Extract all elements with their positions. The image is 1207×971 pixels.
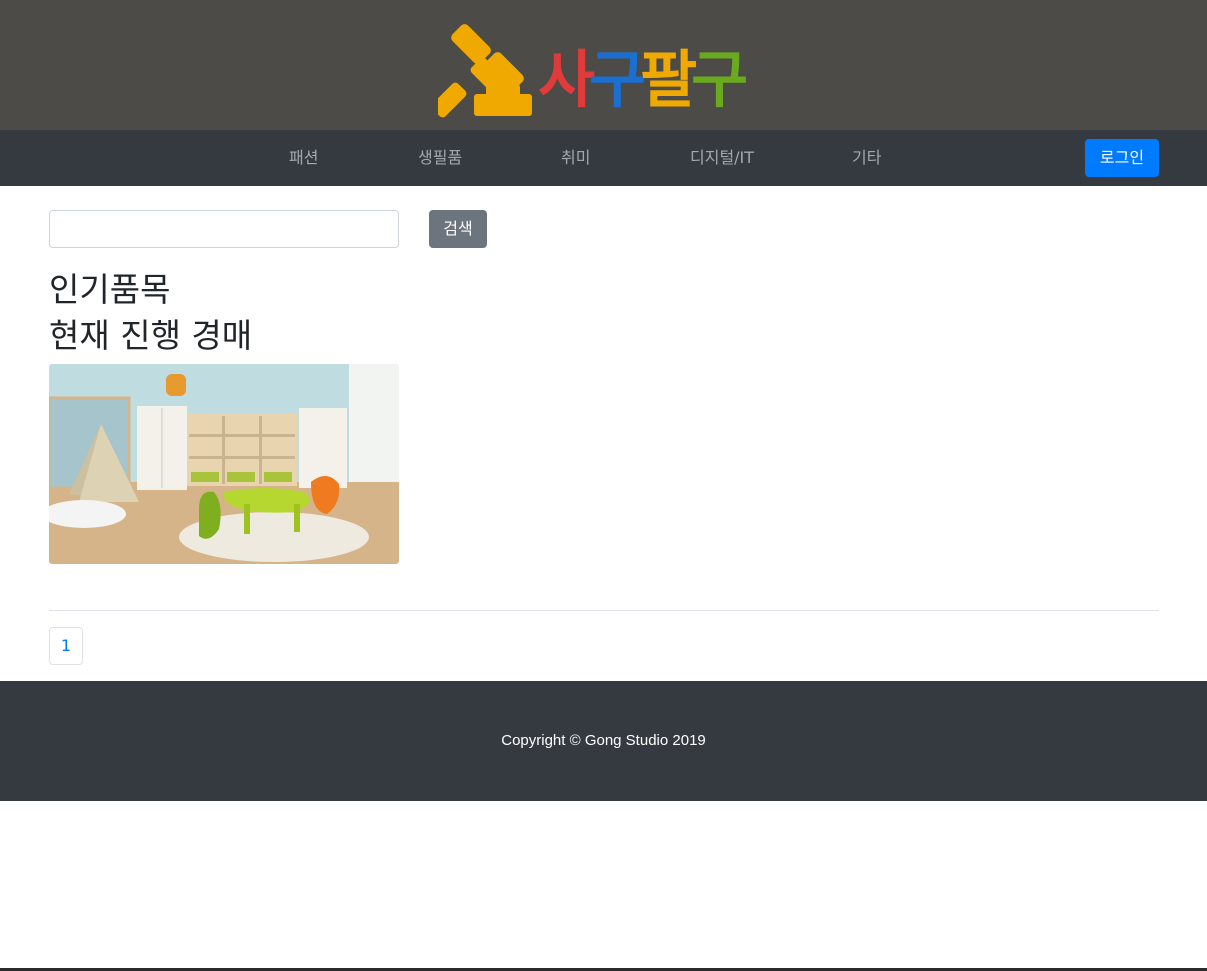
login-button[interactable]: 로그인 [1085, 139, 1159, 177]
pagination-page-1[interactable]: 1 [49, 627, 83, 665]
logo-char-1: 사 [538, 43, 595, 116]
live-auctions-title: 현재 진행 경매 [49, 316, 253, 355]
gavel-icon [438, 24, 532, 118]
search-input[interactable] [49, 210, 399, 248]
nav-item-etc[interactable]: 기타 [852, 130, 881, 186]
site-header: 사구팔구 [0, 0, 1207, 130]
site-footer: Copyright © Gong Studio 2019 [0, 681, 1207, 801]
copyright-text: Copyright © Gong Studio 2019 [501, 732, 706, 749]
auction-item-image[interactable] [49, 364, 399, 564]
logo-wordmark: 사구팔구 [538, 40, 748, 120]
logo-char-3: 팔 [640, 43, 697, 116]
logo-char-4: 구 [691, 43, 748, 116]
site-logo[interactable]: 사구팔구 [438, 22, 773, 118]
logo-char-2: 구 [589, 43, 646, 116]
nav-item-hobby[interactable]: 취미 [561, 130, 590, 186]
content-divider [49, 610, 1159, 611]
nav-item-daily-necessities[interactable]: 생필품 [418, 130, 462, 186]
search-button[interactable]: 검색 [429, 210, 487, 248]
main-navbar: 패션 생필품 취미 디지털/IT 기타 로그인 [0, 130, 1207, 186]
nav-item-fashion[interactable]: 패션 [289, 130, 318, 186]
popular-items-title: 인기품목 [49, 270, 171, 309]
kids-room-photo [49, 364, 399, 564]
nav-item-digital-it[interactable]: 디지털/IT [690, 130, 754, 186]
